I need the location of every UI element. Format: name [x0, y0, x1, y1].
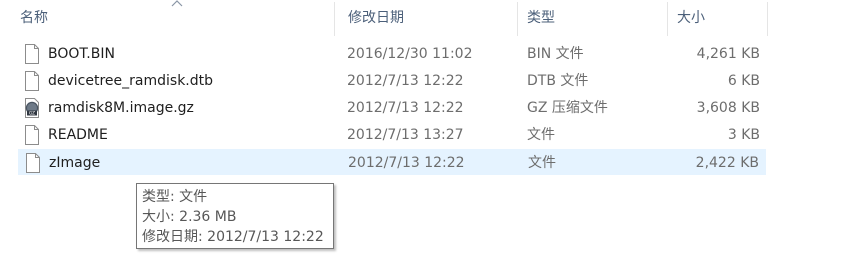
file-modified-date: 2012/7/13 13:27 [347, 127, 464, 143]
file-type: GZ 压缩文件 [527, 100, 608, 116]
file-size: 6 KB [727, 73, 760, 89]
archive-icon: GZ [25, 98, 39, 118]
file-type: DTB 文件 [527, 73, 589, 89]
tooltip-size: 大小: 2.36 MB [142, 209, 237, 225]
file-name: devicetree_ramdisk.dtb [48, 73, 214, 89]
file-row[interactable]: devicetree_ramdisk.dtb 2012/7/13 12:22 D… [18, 68, 766, 94]
tooltip-type: 类型: 文件 [142, 189, 208, 205]
file-type: 文件 [528, 155, 556, 171]
file-modified-date: 2012/7/13 12:22 [347, 100, 464, 116]
file-row-selected[interactable]: zImage 2012/7/13 12:22 文件 2,422 KB [18, 149, 766, 175]
file-icon [25, 44, 39, 64]
file-icon [25, 125, 39, 145]
file-row[interactable]: README 2012/7/13 13:27 文件 3 KB [18, 122, 766, 148]
file-type: 文件 [527, 127, 555, 143]
file-modified-date: 2016/12/30 11:02 [347, 46, 473, 62]
file-icon [26, 153, 40, 173]
column-divider[interactable] [667, 2, 668, 36]
file-row[interactable]: BOOT.BIN 2016/12/30 11:02 BIN 文件 4,261 K… [18, 41, 766, 67]
file-name: zImage [49, 155, 101, 171]
file-name: BOOT.BIN [48, 46, 115, 62]
column-divider[interactable] [767, 2, 768, 36]
column-header-type[interactable]: 类型 [521, 0, 667, 36]
column-header-bar: 名称 修改日期 类型 大小 [0, 0, 844, 38]
column-header-size[interactable]: 大小 [671, 0, 767, 36]
file-size: 3 KB [727, 127, 760, 143]
file-name: README [48, 127, 108, 143]
file-icon [25, 71, 39, 91]
column-header-name[interactable]: 名称 [14, 0, 334, 36]
column-divider[interactable] [334, 2, 335, 36]
file-explorer-details-view: 名称 修改日期 类型 大小 BOOT.BIN 2016/12/30 11:02 … [0, 0, 844, 272]
file-modified-date: 2012/7/13 12:22 [348, 155, 465, 171]
file-size: 3,608 KB [696, 100, 760, 116]
file-size: 2,422 KB [695, 155, 759, 171]
file-row[interactable]: GZ ramdisk8M.image.gz 2012/7/13 12:22 GZ… [18, 95, 766, 121]
file-name: ramdisk8M.image.gz [48, 100, 194, 116]
file-modified-date: 2012/7/13 12:22 [347, 73, 464, 89]
tooltip-modified-date: 修改日期: 2012/7/13 12:22 [142, 229, 324, 245]
column-divider[interactable] [517, 2, 518, 36]
file-size: 4,261 KB [696, 46, 760, 62]
column-header-date[interactable]: 修改日期 [342, 0, 516, 36]
svg-text:GZ: GZ [29, 111, 35, 116]
file-type: BIN 文件 [527, 46, 584, 62]
file-info-tooltip: 类型: 文件 大小: 2.36 MB 修改日期: 2012/7/13 12:22 [136, 183, 334, 249]
